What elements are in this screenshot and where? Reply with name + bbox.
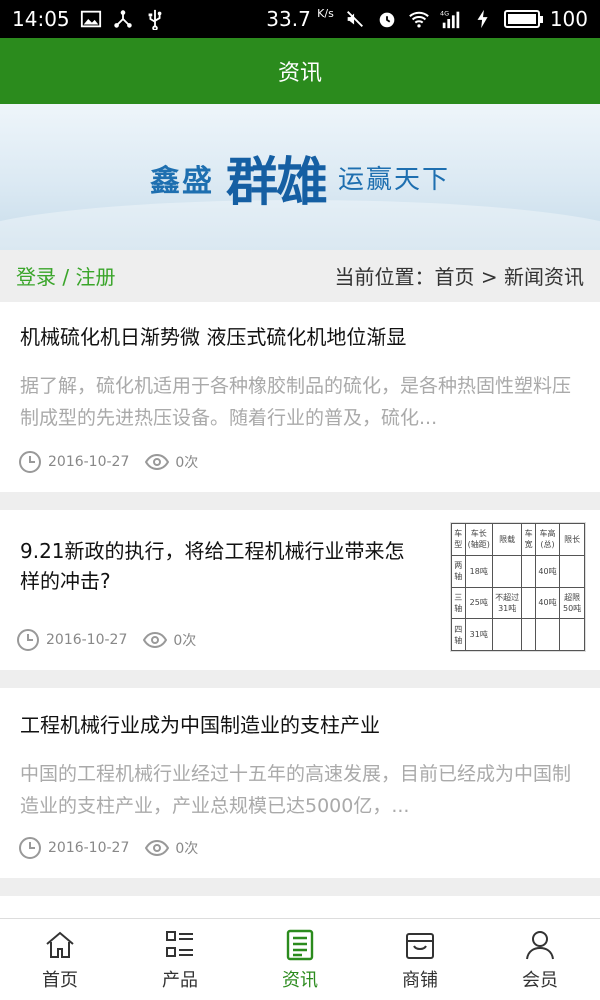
nav-products[interactable]: 产品 [120, 919, 240, 1000]
thumb-cell: 不超过31吨 [492, 586, 523, 620]
network-speed: 33.7 K/s [266, 7, 334, 31]
thumb-cell: 25吨 [464, 586, 494, 620]
breadcrumb-row: 登录 / 注册 当前位置：首页 > 新闻资讯 [0, 250, 600, 300]
nav-home-label: 首页 [42, 969, 78, 991]
article-views: 0次 [175, 455, 199, 471]
alarm-icon [376, 8, 398, 30]
thumb-cell [559, 554, 585, 588]
image-icon [80, 8, 102, 30]
thumb-cell: 31吨 [464, 618, 494, 651]
bottom-nav: 首页 产品 资讯 商铺 会员 [0, 918, 600, 1000]
breadcrumb[interactable]: 当前位置：首页 > 新闻资讯 [335, 261, 584, 290]
nav-home[interactable]: 首页 [0, 919, 120, 1000]
speed-value: 33.7 [266, 7, 311, 31]
article-summary: 据了解，硫化机适用于各种橡胶制品的硫化，是各种热固性塑料压制成型的先进热压设备。… [20, 375, 572, 429]
article-card[interactable]: 9.21新政的执行，将给工程机械行业带来怎样的冲击? 2016-10-27 0次… [0, 510, 600, 670]
nav-news[interactable]: 资讯 [240, 919, 360, 1000]
article-meta: 2016-10-27 0次 [18, 836, 198, 860]
thumb-cell [521, 586, 536, 620]
nav-store-label: 商铺 [402, 969, 438, 991]
thumb-cell [521, 554, 536, 588]
banner-highlight: 群雄 [225, 153, 328, 213]
nav-products-label: 产品 [162, 969, 198, 991]
thumb-cell: 车长(轴距) [464, 523, 494, 556]
thumb-cell [492, 554, 523, 588]
article-views: 0次 [175, 841, 199, 857]
article-card[interactable]: 机械硫化机日渐势微 液压式硫化机地位渐显 据了解，硫化机适用于各种橡胶制品的硫化… [0, 302, 600, 492]
thumb-cell: 超限50吨 [559, 586, 585, 620]
thumb-cell: 三轴 [451, 586, 466, 620]
clock-icon [16, 628, 40, 652]
article-summary: 中国的工程机械行业经过十五年的高速发展，目前已经成为中国制造业的支柱产业，产业总… [20, 763, 572, 817]
list-icon [166, 930, 193, 957]
clock-icon [18, 836, 42, 860]
article-card-partial[interactable] [0, 896, 600, 918]
article-card[interactable]: 工程机械行业成为中国制造业的支柱产业 中国的工程机械行业经过十五年的高速发展，目… [0, 688, 600, 878]
signal-icon: 4G [440, 8, 462, 30]
thumb-cell: 车型 [451, 523, 466, 556]
page-title: 资讯 [277, 61, 322, 86]
wifi-icon [408, 8, 430, 30]
header-bar: 资讯 [0, 38, 600, 104]
nav-member-label: 会员 [522, 969, 558, 991]
nav-member[interactable]: 会员 [480, 919, 600, 1000]
thumbnail-table: 车型 车长(轴距) 限载 车宽 车高(总) 限长 两轴 18吨 40吨 三轴 25吨 不超过31吨… [451, 523, 585, 651]
thumb-cell [559, 618, 585, 651]
home-icon [46, 931, 74, 958]
thumb-cell: 限长 [559, 523, 585, 556]
banner[interactable]: 鑫盛 群雄 运赢天下 [0, 104, 600, 250]
svg-text:4G: 4G [440, 9, 449, 17]
thumb-cell: 车宽 [521, 523, 536, 556]
article-thumbnail[interactable]: 车型 车长(轴距) 限载 车宽 车高(总) 限长 两轴 18吨 40吨 三轴 25吨 不超过31吨… [450, 522, 586, 652]
usb-icon [144, 8, 166, 30]
thumb-cell [521, 618, 536, 651]
article-date: 2016-10-27 [46, 632, 128, 648]
battery-icon [503, 10, 543, 28]
banner-brand: 鑫盛 [149, 163, 214, 199]
share-icon [112, 8, 134, 30]
banner-slogan: 鑫盛 群雄 运赢天下 [0, 140, 600, 215]
login-register-link[interactable]: 登录 / 注册 [16, 261, 115, 290]
thumb-cell [534, 618, 561, 651]
article-date: 2016-10-27 [48, 454, 130, 470]
clock-icon [18, 450, 42, 474]
mute-icon [344, 8, 366, 30]
charging-icon [472, 8, 494, 30]
article-title[interactable]: 工程机械行业成为中国制造业的支柱产业 [20, 710, 380, 740]
article-views: 0次 [173, 633, 197, 649]
battery-percent: 100 [549, 7, 588, 31]
thumb-cell: 两轴 [451, 554, 466, 588]
banner-tagline: 运赢天下 [338, 165, 451, 195]
thumb-cell: 车高(总) [534, 523, 561, 556]
eye-icon [145, 450, 170, 474]
article-meta: 2016-10-27 0次 [16, 628, 196, 652]
thumb-cell: 40吨 [534, 554, 561, 588]
eye-icon [145, 836, 170, 860]
article-meta: 2016-10-27 0次 [18, 450, 198, 474]
user-icon [526, 930, 554, 959]
status-time: 14:05 [12, 7, 70, 31]
thumb-cell: 限载 [492, 523, 523, 556]
eye-icon [143, 628, 168, 652]
status-bar: 14:05 33.7 K/s 4G 100 [0, 0, 600, 38]
news-icon [286, 929, 314, 960]
article-date: 2016-10-27 [48, 840, 130, 856]
thumb-cell: 18吨 [464, 554, 494, 588]
article-title[interactable]: 9.21新政的执行，将给工程机械行业带来怎样的冲击? [20, 536, 420, 596]
speed-unit: K/s [317, 7, 334, 20]
thumb-cell [492, 618, 523, 651]
store-icon [406, 932, 434, 959]
nav-store[interactable]: 商铺 [360, 919, 480, 1000]
thumb-cell: 40吨 [534, 586, 561, 620]
battery-fill [507, 14, 536, 24]
thumb-cell: 四轴 [451, 618, 466, 651]
nav-news-label: 资讯 [282, 969, 318, 991]
article-title[interactable]: 机械硫化机日渐势微 液压式硫化机地位渐显 [20, 322, 406, 352]
